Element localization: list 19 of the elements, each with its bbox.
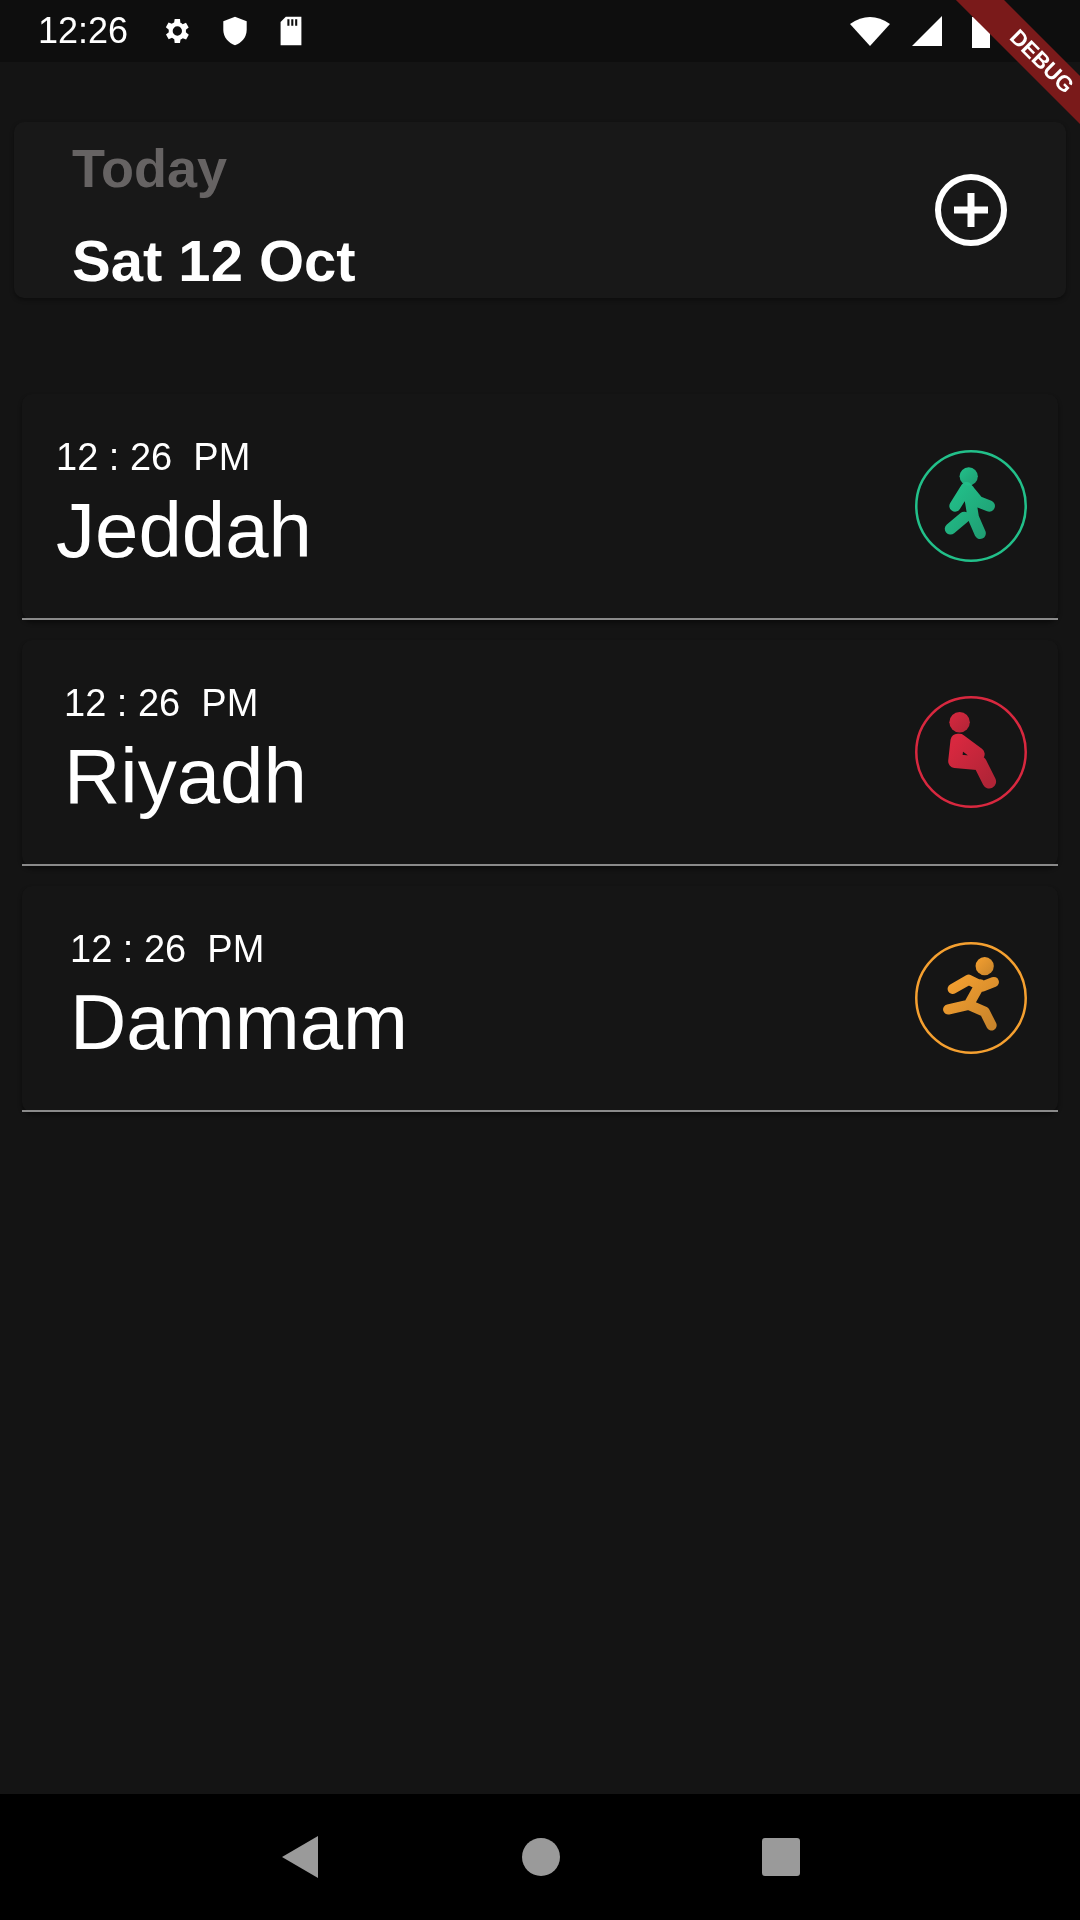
home-icon[interactable] — [521, 1837, 561, 1877]
city-name: Dammam — [70, 977, 409, 1068]
header-date: Sat 12 Oct — [72, 226, 357, 294]
city-card[interactable]: 12 : 26 PM Jeddah — [22, 394, 1058, 620]
back-icon[interactable] — [280, 1834, 321, 1880]
recents-icon[interactable] — [761, 1838, 800, 1876]
city-name: Jeddah — [56, 485, 313, 576]
signal-icon — [912, 16, 942, 46]
wifi-icon — [850, 16, 890, 46]
status-time: 12:26 — [38, 10, 129, 52]
add-icon[interactable] — [934, 173, 1008, 247]
city-time: 12 : 26 PM — [56, 436, 252, 479]
city-card[interactable]: 12 : 26 PM Riyadh — [22, 640, 1058, 866]
header-subtitle: Today — [72, 136, 228, 199]
shield-icon — [222, 15, 249, 47]
city-name: Riyadh — [64, 731, 308, 822]
city-time: 12 : 26 PM — [70, 928, 266, 971]
city-card[interactable]: 12 : 26 PM Dammam — [22, 886, 1058, 1112]
city-time: 12 : 26 PM — [64, 682, 260, 725]
